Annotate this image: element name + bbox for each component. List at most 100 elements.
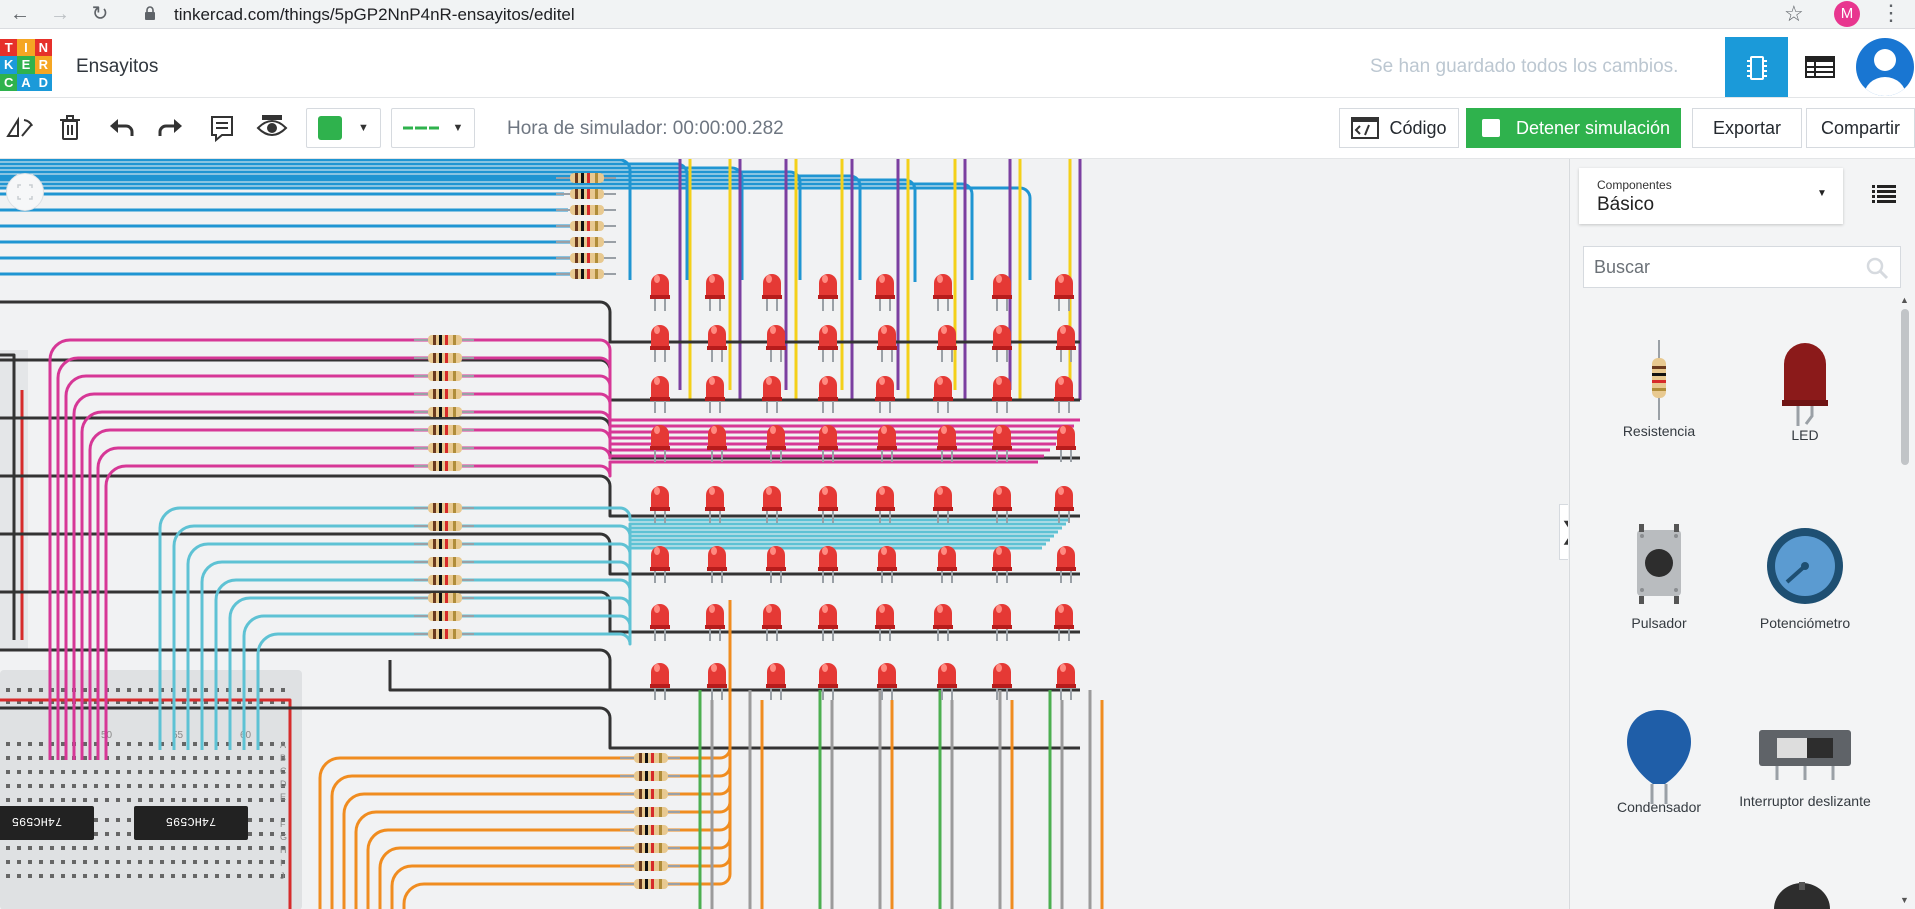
logo-letter: N xyxy=(34,39,52,57)
component-search-input[interactable]: Buscar xyxy=(1583,246,1901,288)
resistor-band xyxy=(651,807,654,817)
forward-icon[interactable]: → xyxy=(48,2,72,26)
breadboard-hole xyxy=(138,860,142,864)
led-highlight xyxy=(711,326,717,334)
led xyxy=(651,376,669,399)
breadboard-hole xyxy=(149,742,153,746)
project-title[interactable]: Ensayitos xyxy=(76,56,158,78)
list-view-icon[interactable] xyxy=(1872,184,1896,204)
resistor-band xyxy=(587,173,590,183)
breadboard-hole xyxy=(226,846,230,850)
breadboard-hole xyxy=(105,846,109,850)
wire-style-picker[interactable]: ▼ xyxy=(391,108,475,148)
component-pushbutton[interactable]: Pulsador xyxy=(1589,524,1729,631)
components-scrollbar[interactable]: ▲ ▼ xyxy=(1898,295,1912,909)
breadboard-hole xyxy=(259,798,263,802)
breadboard-hole xyxy=(83,770,87,774)
search-icon[interactable] xyxy=(1865,256,1889,280)
delete-icon[interactable] xyxy=(54,112,86,144)
resistor-band xyxy=(445,611,448,621)
notes-icon[interactable] xyxy=(206,112,238,144)
breadboard-hole xyxy=(226,756,230,760)
code-button[interactable]: Código xyxy=(1339,108,1459,148)
component-potentiometer[interactable]: Potenciómetro xyxy=(1735,524,1875,631)
ground-wire xyxy=(0,300,1080,344)
stop-simulation-button[interactable]: Detener simulación xyxy=(1466,108,1681,148)
address-bar[interactable]: tinkercad.com/things/5pGP2NnP4nR-ensayit… xyxy=(174,5,575,25)
reload-icon[interactable]: ↻ xyxy=(88,2,112,26)
led-highlight xyxy=(654,664,660,672)
led xyxy=(763,604,781,627)
resistor-band xyxy=(439,335,442,345)
fit-view-button[interactable] xyxy=(6,173,44,211)
breadboard-hole xyxy=(193,688,197,692)
component-slide-switch[interactable]: Interruptor deslizante xyxy=(1735,720,1875,809)
breadboard-hole xyxy=(237,860,241,864)
resistor-band xyxy=(445,371,448,381)
panel-collapse-toggle[interactable]: ❯ xyxy=(1559,504,1568,560)
component-resistor[interactable]: Resistencia xyxy=(1589,340,1729,439)
component-capacitor[interactable]: Condensador xyxy=(1589,706,1729,815)
logo-letter: D xyxy=(34,73,52,91)
breadboard-hole xyxy=(215,874,219,878)
circuit-view-button[interactable] xyxy=(1725,37,1788,97)
resistor-band xyxy=(445,407,448,417)
rotate-icon[interactable] xyxy=(4,112,36,144)
breadboard-hole xyxy=(171,846,175,850)
breadboard-hole xyxy=(193,770,197,774)
components-dropdown[interactable]: Componentes Básico ▼ xyxy=(1579,168,1843,224)
led xyxy=(993,325,1011,348)
share-button[interactable]: Compartir xyxy=(1806,108,1915,148)
breadboard-hole xyxy=(193,846,197,850)
wire xyxy=(0,182,974,280)
share-label: Compartir xyxy=(1820,117,1900,138)
redo-icon[interactable] xyxy=(154,112,186,144)
export-button[interactable]: Exportar xyxy=(1692,108,1802,148)
bookmark-star-icon[interactable]: ☆ xyxy=(1784,1,1804,27)
led xyxy=(706,486,724,509)
breadboard-hole xyxy=(171,784,175,788)
breadboard-hole xyxy=(39,846,43,850)
fill-color-picker[interactable]: ▼ xyxy=(306,108,381,148)
led xyxy=(767,325,785,348)
breadboard-hole xyxy=(116,784,120,788)
led-highlight xyxy=(654,487,660,495)
breadboard-hole xyxy=(94,832,98,836)
led-highlight xyxy=(996,487,1002,495)
resistor-band xyxy=(433,611,436,621)
browser-profile-avatar[interactable]: M xyxy=(1834,1,1860,27)
undo-icon[interactable] xyxy=(106,112,138,144)
led xyxy=(876,376,894,399)
breadboard-hole xyxy=(182,770,186,774)
resistor-band xyxy=(453,371,456,381)
scrollbar-thumb[interactable] xyxy=(1901,309,1909,465)
circuit-canvas[interactable]: 505560ABCDEFGHIJ74HC59574HC595 ❯ xyxy=(0,159,1568,909)
led-base xyxy=(818,397,838,401)
scroll-up-icon[interactable]: ▲ xyxy=(1900,295,1909,305)
breadboard-hole xyxy=(182,742,186,746)
led-base xyxy=(1054,507,1074,511)
browser-menu-icon[interactable]: ⋮ xyxy=(1880,0,1902,26)
led-highlight xyxy=(822,326,828,334)
led-base xyxy=(650,625,670,629)
component-led[interactable]: LED xyxy=(1735,340,1875,443)
tinkercad-logo[interactable]: T I N K E R C A D xyxy=(0,39,52,91)
wire xyxy=(172,522,1066,750)
led xyxy=(934,486,952,509)
resistor-band xyxy=(439,389,442,399)
resistor-band xyxy=(439,425,442,435)
breadboard-hole xyxy=(237,756,241,760)
led xyxy=(708,425,726,448)
scroll-down-icon[interactable]: ▼ xyxy=(1900,895,1909,905)
back-icon[interactable]: ← xyxy=(8,2,32,26)
breadboard-hole xyxy=(237,770,241,774)
led-highlight xyxy=(881,547,887,555)
user-avatar[interactable] xyxy=(1856,38,1914,96)
led xyxy=(767,546,785,569)
breadboard-hole xyxy=(248,798,252,802)
led-highlight xyxy=(709,275,715,283)
component-list-view-button[interactable] xyxy=(1788,37,1851,97)
visibility-icon[interactable] xyxy=(256,112,288,144)
resistor-band xyxy=(595,269,598,279)
led-base xyxy=(818,625,838,629)
